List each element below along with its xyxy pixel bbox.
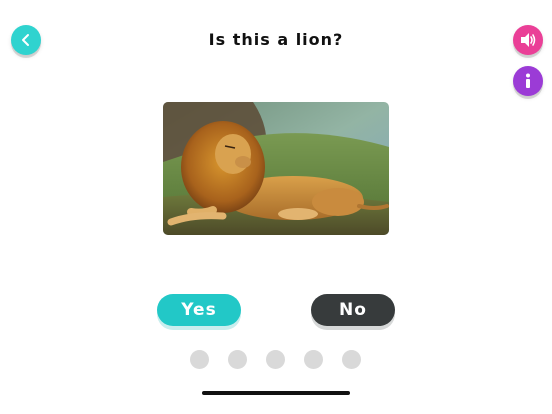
info-button[interactable] xyxy=(513,66,543,96)
sound-button[interactable] xyxy=(513,25,543,55)
no-button[interactable]: No xyxy=(311,294,395,326)
quiz-screen: Is this a lion? Yes No xyxy=(0,0,552,414)
progress-dot xyxy=(304,350,323,369)
speaker-icon xyxy=(521,33,536,47)
progress-dot xyxy=(342,350,361,369)
progress-dot xyxy=(266,350,285,369)
progress-dots xyxy=(190,350,361,369)
lion-photo xyxy=(163,102,389,235)
progress-dot xyxy=(190,350,209,369)
home-indicator[interactable] xyxy=(202,391,350,395)
progress-dot xyxy=(228,350,247,369)
info-icon xyxy=(526,73,530,88)
question-title: Is this a lion? xyxy=(208,30,344,49)
yes-button[interactable]: Yes xyxy=(157,294,241,326)
